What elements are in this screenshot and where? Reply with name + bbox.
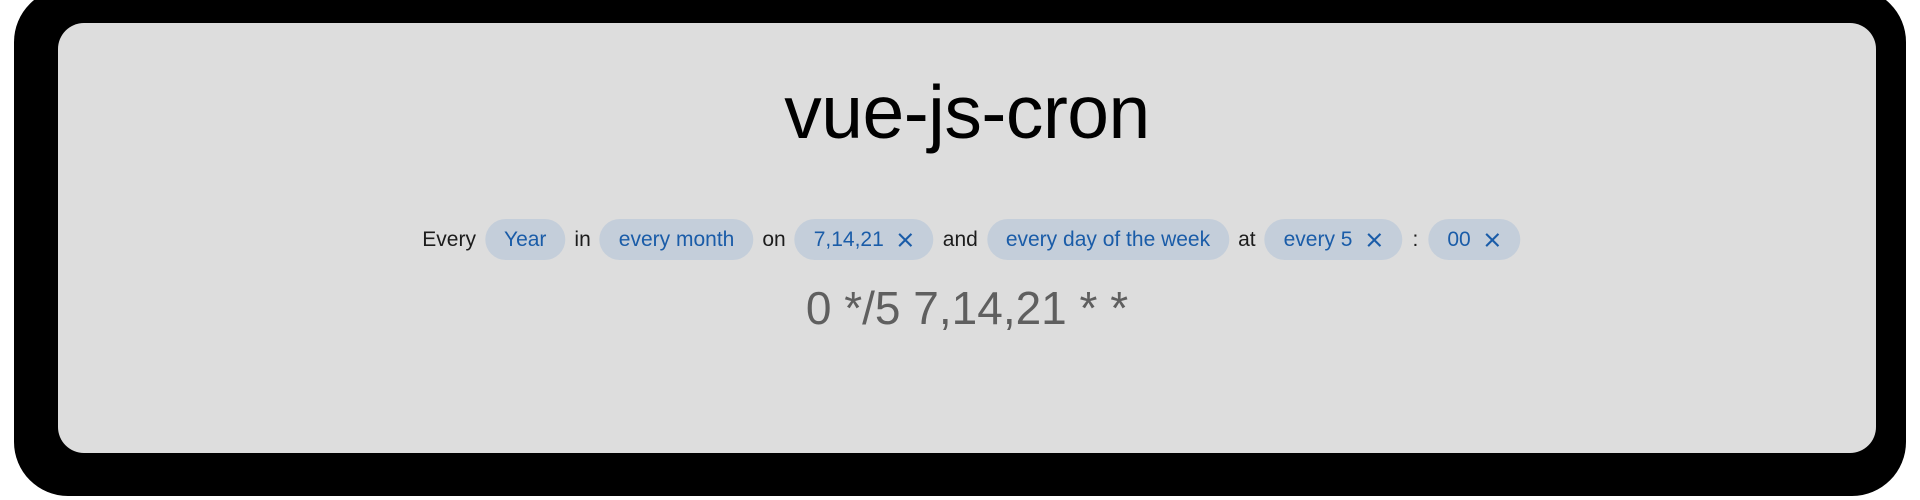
conjunction-at: at xyxy=(1238,228,1256,251)
conjunction-and: and xyxy=(942,228,978,251)
cron-field-minute[interactable]: 00 xyxy=(1428,219,1521,260)
conjunction-every: Every xyxy=(422,228,476,251)
cron-field-day-of-week[interactable]: every day of the week xyxy=(986,219,1230,260)
cron-field-minute-label: 00 xyxy=(1447,228,1471,251)
cron-field-month-label: every month xyxy=(618,228,735,251)
page-title: vue-js-cron xyxy=(784,70,1150,154)
conjunction-on: on xyxy=(762,228,786,251)
cron-expression-output: 0 */5 7,14,21 * * xyxy=(805,282,1129,334)
cron-field-period-label: Year xyxy=(503,228,547,251)
conjunction-in: in xyxy=(574,228,591,251)
close-icon[interactable] xyxy=(897,231,915,249)
device-frame: vue-js-cron Every Year in every month on 7,14… xyxy=(14,0,1906,496)
app-panel: vue-js-cron Every Year in every month on 7,14… xyxy=(58,23,1876,453)
close-icon[interactable] xyxy=(1366,231,1384,249)
cron-field-day-of-month[interactable]: 7,14,21 xyxy=(794,219,934,260)
cron-field-hour[interactable]: every 5 xyxy=(1264,219,1403,260)
time-separator: : xyxy=(1412,228,1419,251)
cron-field-hour-label: every 5 xyxy=(1283,228,1353,251)
panel-content: vue-js-cron Every Year in every month on 7,14… xyxy=(58,23,1876,453)
cron-field-period[interactable]: Year xyxy=(484,219,566,260)
cron-expression-builder[interactable]: Every Year in every month on 7,14,21 and every … xyxy=(413,219,1521,260)
cron-field-month[interactable]: every month xyxy=(599,219,754,260)
close-icon[interactable] xyxy=(1484,231,1502,249)
cron-field-day-of-month-label: 7,14,21 xyxy=(813,228,884,251)
cron-field-day-of-week-label: every day of the week xyxy=(1005,228,1211,251)
